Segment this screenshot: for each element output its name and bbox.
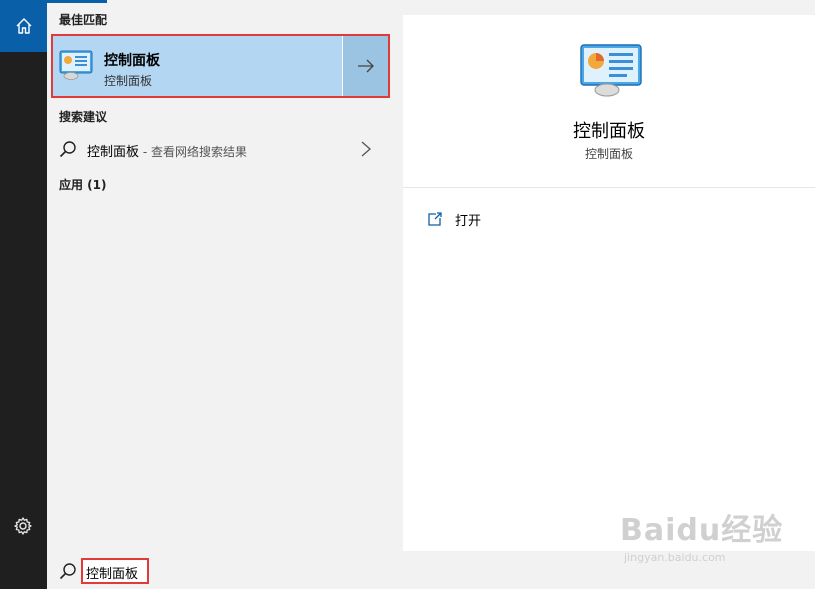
suggestion-term: 控制面板 [87,145,140,160]
best-match-subtitle: 控制面板 [104,74,153,88]
settings-button[interactable] [12,515,34,537]
best-match-item[interactable]: 控制面板 控制面板 [51,34,390,98]
preview-panel: 控制面板 控制面板 打开 [403,15,815,551]
divider [403,187,815,188]
web-suggestion-item[interactable]: 控制面板 - 查看网络搜索结果 [47,136,391,164]
open-icon [428,212,442,226]
control-panel-large-icon [579,43,643,97]
search-icon [59,563,76,580]
open-action[interactable]: 打开 [427,209,481,229]
best-match-title: 控制面板 [104,53,160,69]
search-results-panel: 最佳匹配 控制面板 控制面板 搜索建议 控制面板 - 查看网络搜索结果 应用 (… [47,0,391,551]
expand-preview-button[interactable] [342,36,388,96]
suggestions-header: 搜索建议 [59,110,108,124]
open-label: 打开 [455,213,482,229]
control-panel-icon [59,50,93,80]
suggestion-text: 控制面板 - 查看网络搜索结果 [87,141,247,160]
preview-title: 控制面板 [573,121,645,142]
watermark-url: jingyan.baidu.com [624,551,726,564]
preview-subtitle: 控制面板 [584,147,633,161]
search-input[interactable]: 控制面板 [81,558,149,584]
watermark-logo: Baidu经验 [620,513,784,548]
gear-icon [14,517,32,535]
accent-line [47,0,107,3]
arrow-right-icon [357,59,374,73]
suggestion-hint: - 查看网络搜索结果 [139,145,247,159]
search-icon [59,141,76,158]
watermark: Baidu经验 jingyan.baidu.com [620,505,810,575]
home-icon [16,18,31,34]
apps-header[interactable]: 应用 (1) [59,176,107,193]
best-match-header: 最佳匹配 [59,13,108,27]
chevron-right-icon [361,141,371,157]
home-button[interactable] [0,0,47,52]
left-rail [0,0,47,589]
